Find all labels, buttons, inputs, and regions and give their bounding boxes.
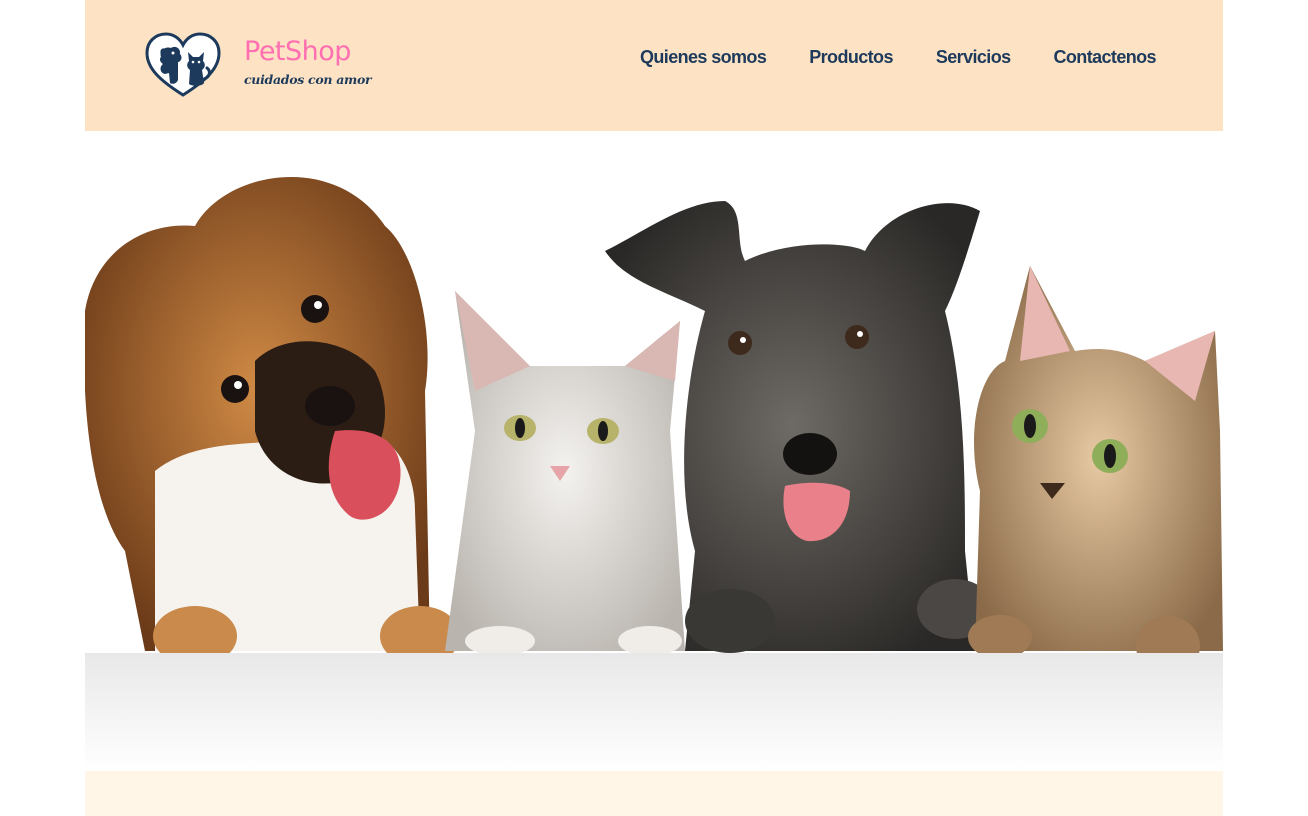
site-header: PetShop cuidados con amor Quienes somos …: [85, 0, 1223, 131]
brown-puppy: [85, 176, 460, 666]
nav-link-productos[interactable]: Productos: [809, 47, 893, 68]
brand-tagline: cuidados con amor: [244, 72, 372, 87]
nav-link-contactenos[interactable]: Contactenos: [1054, 47, 1157, 68]
white-ledge: [85, 653, 1223, 771]
page: PetShop cuidados con amor Quienes somos …: [85, 0, 1223, 816]
nav-link-quienes-somos[interactable]: Quienes somos: [640, 47, 767, 68]
brand-name[interactable]: PetShop: [244, 36, 371, 68]
logo-icon[interactable]: [143, 31, 223, 99]
hero-banner-image: [85, 131, 1223, 771]
content-band: [85, 771, 1223, 816]
brand[interactable]: PetShop cuidados con amor: [244, 36, 372, 87]
hero-pets-photo: [85, 176, 1223, 771]
white-kitten: [445, 291, 685, 656]
main-nav: Quienes somos Productos Servicios Contac…: [640, 44, 1157, 70]
nav-link-servicios[interactable]: Servicios: [936, 47, 1011, 68]
tabby-cat: [968, 266, 1223, 676]
